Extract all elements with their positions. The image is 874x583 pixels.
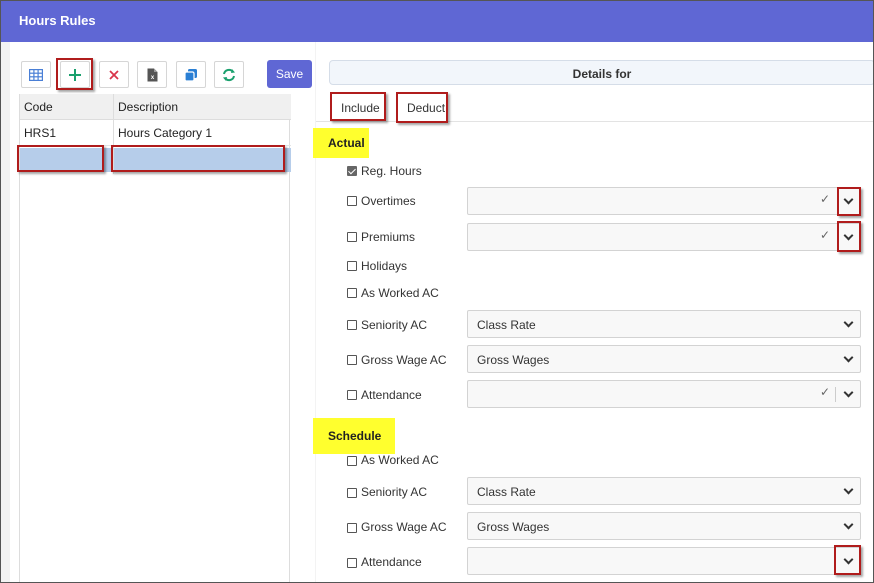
close-icon [109, 69, 119, 80]
table-header: Code Description [20, 94, 291, 120]
schedule-attendance-label: Attendance [361, 555, 422, 569]
details-header: Details for [329, 60, 873, 85]
chevron-down-icon[interactable] [836, 513, 860, 539]
premiums-checkbox[interactable] [347, 232, 357, 242]
reg-hours-label: Reg. Hours [361, 164, 422, 178]
schedule-as-worked-ac-checkbox[interactable] [347, 456, 357, 466]
premiums-select[interactable]: ✓ [467, 223, 861, 251]
column-divider [113, 94, 114, 174]
overtimes-checkbox[interactable] [347, 196, 357, 206]
chevron-down-icon[interactable] [836, 548, 860, 574]
chevron-down-icon[interactable] [836, 188, 860, 214]
plus-icon [69, 68, 81, 81]
column-header-code[interactable]: Code [24, 100, 53, 114]
overtimes-label: Overtimes [361, 194, 416, 208]
chevron-down-icon[interactable] [836, 311, 860, 337]
schedule-seniority-ac-label: Seniority AC [361, 485, 428, 499]
seniority-ac-select[interactable]: Class Rate [467, 310, 861, 338]
save-button[interactable]: Save [267, 60, 312, 88]
schedule-gross-wage-ac-select[interactable]: Gross Wages [467, 512, 861, 540]
details-title: Details for [572, 67, 632, 81]
copy-button[interactable] [176, 61, 206, 88]
delete-button[interactable] [99, 61, 129, 88]
excel-export-icon: x [147, 68, 158, 82]
section-actual-title: Actual [313, 128, 369, 158]
schedule-attendance-checkbox[interactable] [347, 558, 357, 568]
table-row[interactable]: HRS1 Hours Category 1 [20, 120, 291, 146]
details-panel: Details for Include Deduct Actual Reg. H… [313, 42, 873, 582]
section-schedule-title: Schedule [313, 418, 395, 454]
refresh-button[interactable] [214, 61, 244, 88]
gross-wage-ac-label: Gross Wage AC [361, 353, 447, 367]
seniority-ac-label: Seniority AC [361, 318, 428, 332]
gross-wage-ac-checkbox[interactable] [347, 355, 357, 365]
attendance-checkbox[interactable] [347, 390, 357, 400]
schedule-seniority-ac-checkbox[interactable] [347, 488, 357, 498]
title-bar: Hours Rules [1, 1, 873, 42]
reg-hours-checkbox[interactable] [347, 166, 357, 176]
check-icon: ✓ [819, 192, 830, 206]
grid-view-icon [29, 68, 43, 81]
check-icon: ✓ [819, 385, 830, 399]
main-content: x Save Code Description HRS1 Hours Categ… [1, 42, 873, 582]
schedule-seniority-ac-value: Class Rate [477, 485, 536, 499]
attendance-label: Attendance [361, 388, 422, 402]
grid-view-button[interactable] [21, 61, 51, 88]
schedule-gross-wage-ac-value: Gross Wages [477, 520, 550, 534]
check-icon: ✓ [819, 228, 830, 242]
seniority-ac-checkbox[interactable] [347, 320, 357, 330]
gross-wage-ac-select[interactable]: Gross Wages [467, 345, 861, 373]
chevron-down-icon[interactable] [836, 224, 860, 250]
add-button[interactable] [60, 61, 90, 88]
holidays-checkbox[interactable] [347, 261, 357, 271]
column-header-description[interactable]: Description [118, 100, 178, 114]
window-title: Hours Rules [19, 13, 96, 28]
schedule-seniority-ac-select[interactable]: Class Rate [467, 477, 861, 505]
schedule-gross-wage-ac-checkbox[interactable] [347, 523, 357, 533]
tab-divider [316, 121, 873, 122]
codes-table: Code Description HRS1 Hours Category 1 [19, 94, 291, 582]
schedule-as-worked-ac-label: As Worked AC [361, 453, 439, 467]
copy-icon [184, 68, 198, 82]
chevron-down-icon[interactable] [836, 346, 860, 372]
list-panel: x Save Code Description HRS1 Hours Categ… [10, 42, 315, 582]
premiums-label: Premiums [361, 230, 416, 244]
new-table-row[interactable] [20, 148, 291, 172]
tab-deduct[interactable]: Deduct [397, 95, 455, 121]
chevron-down-icon[interactable] [836, 381, 860, 407]
schedule-gross-wage-ac-label: Gross Wage AC [361, 520, 447, 534]
export-excel-button[interactable]: x [137, 61, 167, 88]
as-worked-ac-checkbox[interactable] [347, 288, 357, 298]
refresh-icon [222, 68, 236, 82]
attendance-select[interactable]: ✓ [467, 380, 861, 408]
holidays-label: Holidays [361, 259, 408, 273]
schedule-attendance-select[interactable] [467, 547, 861, 575]
chevron-down-icon[interactable] [836, 478, 860, 504]
as-worked-ac-label: As Worked AC [361, 286, 439, 300]
gross-wage-ac-value: Gross Wages [477, 353, 550, 367]
row-code: HRS1 [24, 126, 57, 140]
seniority-ac-value: Class Rate [477, 318, 536, 332]
row-description: Hours Category 1 [118, 126, 213, 140]
tab-include[interactable]: Include [331, 95, 390, 121]
app-window: Hours Rules x Save Code Description HRS1… [0, 0, 874, 583]
overtimes-select[interactable]: ✓ [467, 187, 861, 215]
